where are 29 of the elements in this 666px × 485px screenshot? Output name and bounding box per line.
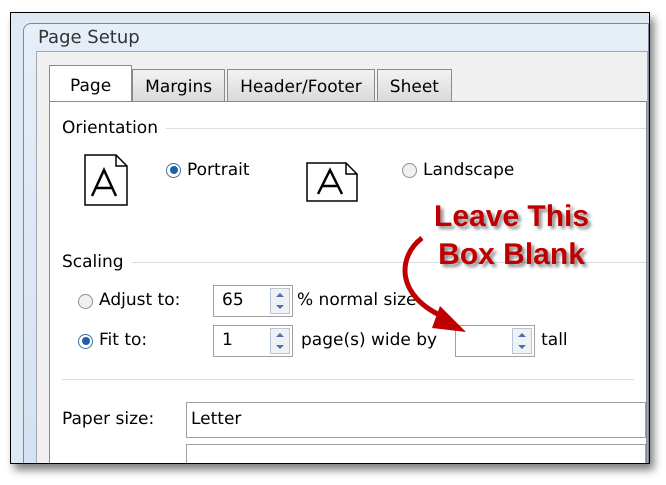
number-field[interactable]	[455, 325, 536, 357]
page-icon	[306, 162, 358, 202]
radio-label: Landscape	[423, 158, 514, 182]
callout-text: Leave This	[434, 199, 590, 235]
spinner-button[interactable]	[270, 328, 290, 354]
tab[interactable]: Margins	[132, 69, 226, 101]
window-title: Page Setup	[38, 26, 140, 50]
field-label: tall	[541, 329, 568, 352]
number-field[interactable]: 65	[213, 285, 293, 317]
radio-label: Fit to:	[99, 329, 148, 352]
radio-button[interactable]	[402, 162, 417, 178]
spinner-button[interactable]	[270, 288, 290, 314]
tab[interactable]: Header/Footer	[227, 69, 375, 101]
radio-button[interactable]	[166, 162, 181, 178]
paper-size-dropdown[interactable]: Letter	[186, 402, 646, 438]
tab[interactable]: Sheet	[376, 69, 452, 101]
radio-label: Portrait	[187, 158, 250, 182]
section-heading: Orientation	[62, 117, 158, 140]
radio-label: Adjust to:	[99, 289, 180, 312]
field-label: page(s) wide by	[301, 329, 438, 352]
field-label: Paper size:	[62, 408, 156, 432]
section-heading: Scaling	[62, 250, 124, 274]
page-icon	[84, 154, 128, 206]
spinner-button[interactable]	[512, 328, 532, 354]
radio-button[interactable]	[78, 334, 93, 348]
radio-button[interactable]	[78, 294, 93, 308]
tab[interactable]: Page	[49, 65, 132, 101]
number-field[interactable]: 1	[213, 325, 293, 357]
callout-text: Box Blank	[438, 237, 585, 273]
